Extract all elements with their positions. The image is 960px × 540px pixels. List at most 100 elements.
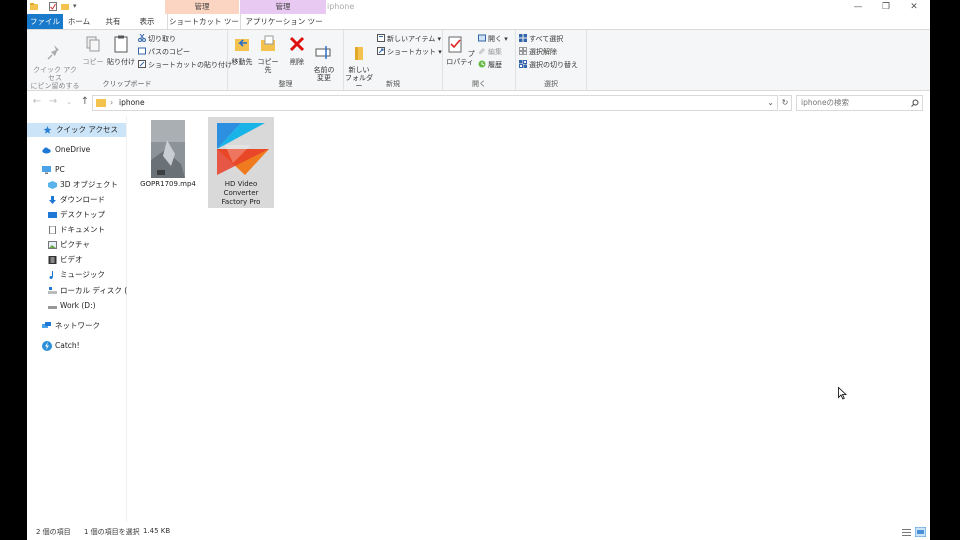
nav-3d-objects[interactable]: 3D オブジェクト [27,178,126,192]
search-box[interactable] [796,95,923,111]
properties-button[interactable]: プロパティ [444,34,476,66]
nav-local-disk-c[interactable]: ローカル ディスク (C:) [27,284,138,298]
nav-network[interactable]: ネットワーク [27,319,126,333]
copy-label: コピー [82,58,104,66]
app-shortcut-icon [217,123,269,175]
film-icon [48,256,57,264]
address-dropdown-icon[interactable]: ⌄ [767,96,774,110]
nav-label: ドキュメント [60,225,105,234]
copy-to-button[interactable]: コピー先 [255,34,281,74]
tab-view[interactable]: 表示 [133,14,161,29]
refresh-icon[interactable]: ↻ [779,95,792,111]
picture-icon [48,241,57,249]
ribbon-tabs: ファイル ホーム 共有 表示 ショートカット ツール アプリケーション ツール [27,14,930,41]
move-to-label: 移動先 [231,58,253,66]
open-icon [478,34,486,42]
nav-downloads[interactable]: ダウンロード [27,193,126,207]
properties-check-icon[interactable] [49,2,57,11]
search-icon[interactable] [911,99,919,107]
forward-arrow-icon[interactable]: → [47,95,59,109]
nav-catch[interactable]: Catch! [27,339,126,353]
copy-icon [86,36,100,52]
back-arrow-icon[interactable]: ← [31,95,43,109]
nav-onedrive[interactable]: OneDrive [27,143,126,157]
delete-x-icon [289,36,305,52]
select-none-button[interactable]: 選択解除 [519,47,557,57]
tab-application-tools[interactable]: アプリケーション ツール [242,14,326,41]
copy-path-button[interactable]: パスのコピー [138,47,190,57]
address-bar[interactable]: › iphone ⌄ [92,95,778,111]
minimize-button[interactable]: — [844,0,872,14]
tab-share[interactable]: 共有 [99,14,127,29]
cloud-icon [42,147,51,154]
edit-label: 編集 [488,48,502,56]
copy-path-icon [138,47,146,55]
paste-button[interactable]: 貼り付け [107,34,135,66]
open-button[interactable]: 開く ▾ [478,34,508,44]
scissors-icon [138,34,146,42]
nav-label: ピクチャ [60,240,90,249]
edit-icon [479,48,485,54]
quick-access-dropdown-icon[interactable]: ▾ [73,2,81,11]
nav-label: ネットワーク [55,321,100,330]
nav-quick-access[interactable]: クイック アクセス [27,123,126,137]
folder-icon [96,99,106,107]
nav-videos[interactable]: ビデオ [27,253,126,267]
file-item[interactable]: GOPR1709.mp4 [139,118,197,196]
maximize-button[interactable]: ❐ [872,0,900,14]
selected-size: 1.45 KB [143,527,171,535]
copy-to-label: コピー先 [257,58,279,74]
nav-music[interactable]: ミュージック [27,268,126,282]
paste-label: 貼り付け [107,58,135,66]
close-button[interactable]: ✕ [900,0,928,14]
nav-pictures[interactable]: ピクチャ [27,238,126,252]
move-to-button[interactable]: 移動先 [230,34,254,66]
group-new: 新しい フォルダー 新しいアイテム ▾ ショートカット ▾ 新規 [344,30,443,90]
selected-count: 1 個の項目を選択 [84,528,140,536]
new-item-button[interactable]: 新しいアイテム ▾ [377,34,441,44]
select-all-button[interactable]: すべて選択 [519,34,563,44]
up-arrow-icon[interactable]: ↑ [79,95,91,109]
tab-shortcut-tools[interactable]: ショートカット ツール [167,14,241,41]
document-icon [49,226,56,234]
easy-access-shortcut-button[interactable]: ショートカット ▾ [377,47,442,57]
file-name: GOPR1709.mp4 [140,180,196,188]
tab-file[interactable]: ファイル [27,14,63,29]
large-icons-view-icon[interactable] [915,527,926,537]
history-icon [478,60,486,68]
details-view-icon[interactable] [901,527,912,537]
open-label: 開く ▾ [488,35,508,43]
nav-documents[interactable]: ドキュメント [27,223,126,237]
copy-to-icon [261,35,275,51]
search-input[interactable] [801,97,901,108]
tab-home[interactable]: ホーム [65,14,93,29]
star-icon [43,126,52,134]
group-label-open: 開く [472,80,486,88]
copy-button[interactable]: コピー [82,34,104,66]
nav-pc[interactable]: PC [27,163,126,177]
history-button[interactable]: 履歴 [478,60,502,70]
select-all-label: すべて選択 [529,35,564,43]
cut-button[interactable]: 切り取り [138,34,176,44]
new-folder-icon [355,47,363,60]
file-item-selected[interactable]: HD Video Converter Factory Pro [208,117,274,208]
breadcrumb-path[interactable]: iphone [119,96,145,110]
nav-work-d[interactable]: Work (D:) [27,299,126,313]
recent-dropdown-icon[interactable]: ⌄ [63,95,75,109]
nav-label: ミュージック [60,270,105,279]
drive-icon [48,287,57,294]
paste-shortcut-button[interactable]: ショートカットの貼り付け [138,60,232,70]
context-tab-manage-shortcut: 管理 [165,0,239,14]
new-folder-icon[interactable] [61,2,69,11]
group-open: プロパティ 開く ▾ 編集 履歴 開く [443,30,516,90]
new-item-label: 新しいアイテム ▾ [387,35,442,43]
computer-icon [42,166,51,174]
shortcut-label: ショートカット ▾ [387,48,442,56]
delete-button[interactable]: 削除 [287,34,307,66]
invert-selection-button[interactable]: 選択の切り替え [519,60,578,70]
nav-label: OneDrive [55,145,91,154]
catch-app-icon [42,341,52,351]
nav-desktop[interactable]: デスクトップ [27,208,126,222]
edit-button[interactable]: 編集 [478,47,502,57]
rename-button[interactable]: 名前の 変更 [312,34,336,82]
